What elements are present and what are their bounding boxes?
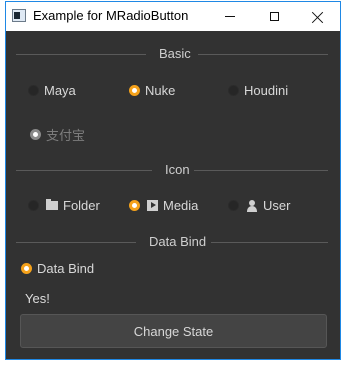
maximize-button[interactable] — [252, 2, 296, 31]
radio-indicator — [228, 85, 239, 96]
radio-indicator — [30, 129, 41, 140]
radio-indicator — [129, 200, 140, 211]
radio-user[interactable]: User — [228, 198, 290, 213]
close-icon — [312, 11, 324, 23]
divider-icon: Icon — [16, 162, 328, 177]
radio-label: User — [263, 198, 291, 213]
radio-folder[interactable]: Folder — [28, 198, 100, 213]
radio-maya[interactable]: Maya — [28, 83, 76, 98]
radio-nuke[interactable]: Nuke — [129, 83, 175, 98]
radio-data-bind[interactable]: Data Bind — [21, 261, 94, 276]
change-state-button[interactable]: Change State — [20, 314, 327, 348]
close-button[interactable] — [296, 2, 340, 31]
section-title-icon: Icon — [159, 162, 196, 177]
app-icon — [12, 9, 26, 22]
radio-label: Folder — [63, 198, 100, 213]
radio-indicator — [228, 200, 239, 211]
minimize-button[interactable] — [208, 2, 252, 31]
client-area: Basic Maya Nuke Houdini 支付宝 Icon Folder … — [6, 31, 340, 359]
radio-label: 支付宝 — [46, 128, 86, 143]
title-bar: Example for MRadioButton — [6, 2, 340, 31]
user-icon — [246, 199, 258, 212]
radio-label: Media — [163, 198, 199, 213]
media-icon — [147, 200, 158, 211]
section-title-basic: Basic — [153, 46, 197, 61]
radio-houdini[interactable]: Houdini — [228, 83, 288, 98]
app-window: Example for MRadioButton Basic Maya Nuke… — [5, 1, 341, 360]
divider-basic: Basic — [16, 46, 328, 61]
bind-status-text: Yes! — [25, 291, 50, 306]
radio-indicator — [21, 263, 32, 274]
radio-indicator — [28, 200, 39, 211]
folder-icon — [46, 199, 58, 210]
section-title-data-bind: Data Bind — [143, 234, 213, 249]
maximize-icon — [269, 12, 279, 21]
radio-indicator — [129, 85, 140, 96]
radio-indicator — [28, 85, 39, 96]
radio-label: Data Bind — [37, 261, 95, 276]
radio-label: Nuke — [145, 83, 176, 98]
radio-alipay: 支付宝 — [30, 125, 85, 144]
radio-media[interactable]: Media — [129, 198, 198, 213]
divider-data-bind: Data Bind — [16, 234, 328, 249]
minimize-icon — [225, 16, 235, 17]
window-title: Example for MRadioButton — [33, 8, 189, 23]
radio-label: Maya — [44, 83, 76, 98]
radio-label: Houdini — [244, 83, 289, 98]
